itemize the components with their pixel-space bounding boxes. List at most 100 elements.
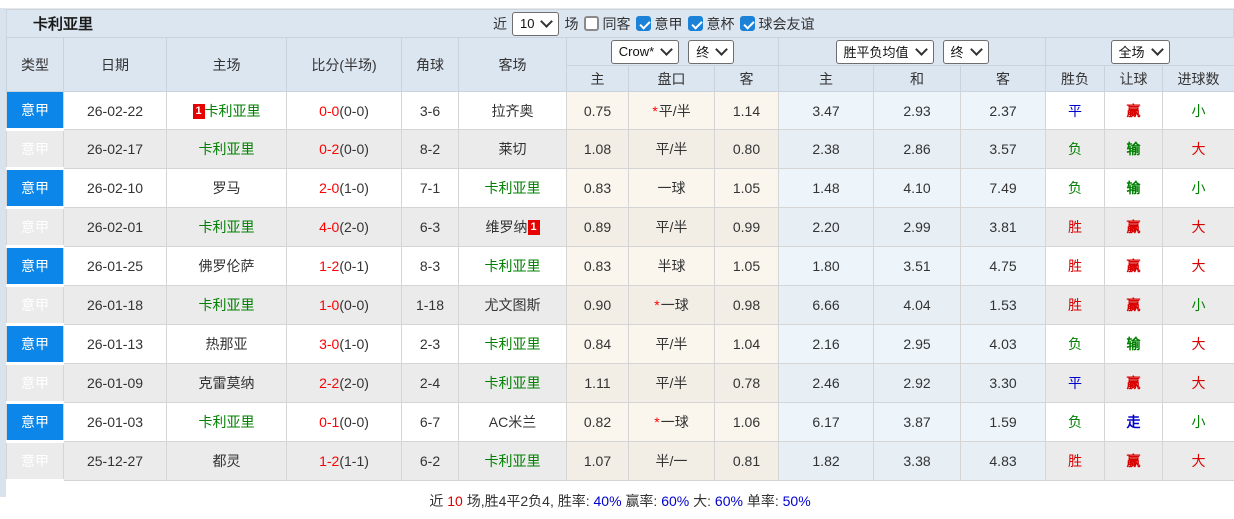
home-team-cell: 1卡利亚里 [167,92,287,130]
filter-checkbox-item[interactable]: 同客 [584,14,630,34]
summary-segment: 60% [661,493,689,509]
odds-state-select[interactable]: 终 [688,40,734,64]
red-card-badge: 1 [528,220,540,235]
match-date: 26-01-09 [64,364,167,403]
match-date: 26-02-10 [64,169,167,208]
league-badge[interactable]: 意甲 [7,325,64,364]
full-time-score: 3-0 [319,336,339,352]
summary-segment: 50% [783,493,811,509]
league-badge[interactable]: 意甲 [7,403,64,442]
subcol-avg-away: 客 [961,66,1046,92]
col-header-score: 比分(半场) [287,38,402,92]
avg-home-odds: 2.20 [779,208,874,247]
topbar-controls: 近 10 场 同客 意甲 意杯 球会友谊 [493,10,814,37]
corners-value: 7-1 [402,169,459,208]
home-team-name[interactable]: 都灵 [213,453,241,469]
checkbox-icon[interactable] [584,16,599,31]
half-time-score: (1-1) [339,453,369,469]
avg-state-select[interactable]: 终 [943,40,989,64]
filter-checkbox-item[interactable]: 球会友谊 [740,14,814,34]
subcol-avg-home: 主 [779,66,874,92]
home-team-name[interactable]: 卡利亚里 [199,297,255,313]
away-team-name[interactable]: 卡利亚里 [485,336,541,352]
away-team-name[interactable]: 卡利亚里 [485,375,541,391]
home-team-name[interactable]: 佛罗伦萨 [199,258,255,274]
handicap-line: 半/一 [656,453,688,469]
odds-home-value: 1.08 [567,130,629,169]
full-time-score: 1-2 [319,453,339,469]
league-badge[interactable]: 意甲 [7,286,64,325]
match-row: 意甲 26-01-25 佛罗伦萨 1-2(0-1) 8-3 卡利亚里 0.83 … [7,247,1234,286]
home-team-name[interactable]: 克雷莫纳 [199,375,255,391]
score-cell: 2-2(2-0) [287,364,402,403]
match-date: 26-01-03 [64,403,167,442]
league-badge[interactable]: 意甲 [7,92,64,130]
match-date: 26-01-25 [64,247,167,286]
away-team-name[interactable]: 莱切 [499,141,527,157]
odds-company-select[interactable]: Crow* [611,40,679,64]
avg-type-select[interactable]: 胜平负均值 [836,40,934,64]
league-badge[interactable]: 意甲 [7,364,64,403]
result-outcome: 胜 [1046,442,1105,481]
avg-home-odds: 2.46 [779,364,874,403]
col-header-corners: 角球 [402,38,459,92]
away-team-name[interactable]: 卡利亚里 [485,180,541,196]
league-badge[interactable]: 意甲 [7,208,64,247]
corners-value: 2-3 [402,325,459,364]
away-team-name[interactable]: 拉齐奥 [492,103,534,119]
home-team-name[interactable]: 卡利亚里 [199,414,255,430]
match-row: 意甲 26-02-01 卡利亚里 4-0(2-0) 6-3 维罗纳1 0.89 … [7,208,1234,247]
avg-home-odds: 1.82 [779,442,874,481]
league-badge[interactable]: 意甲 [7,247,64,286]
checkbox-icon[interactable] [636,16,651,31]
filter-checkbox-item[interactable]: 意甲 [636,14,682,34]
filter-checkbox-item[interactable]: 意杯 [688,14,734,34]
away-team-name[interactable]: AC米兰 [489,414,536,430]
avg-away-odds: 4.03 [961,325,1046,364]
summary-segment: 大: [693,493,711,509]
away-team-name[interactable]: 维罗纳 [486,219,528,235]
match-date: 26-01-18 [64,286,167,325]
avg-draw-odds: 3.51 [874,247,961,286]
home-team-name[interactable]: 卡利亚里 [205,103,261,119]
scope-value: 全场 [1119,42,1145,61]
odds-away-value: 0.98 [715,286,779,325]
result-outcome: 负 [1046,403,1105,442]
home-team-name[interactable]: 罗马 [213,180,241,196]
score-cell: 1-0(0-0) [287,286,402,325]
away-team-name[interactable]: 卡利亚里 [485,258,541,274]
avg-away-odds: 3.81 [961,208,1046,247]
away-team-name[interactable]: 尤文图斯 [485,297,541,313]
checkbox-icon[interactable] [740,16,755,31]
away-team-cell: 维罗纳1 [459,208,567,247]
league-badge[interactable]: 意甲 [7,442,64,481]
away-team-cell: 卡利亚里 [459,442,567,481]
handicap-cell: 平/半 [629,130,715,169]
away-team-name[interactable]: 卡利亚里 [485,453,541,469]
scope-select[interactable]: 全场 [1111,40,1170,64]
filter-label: 意甲 [654,14,682,34]
odds-home-value: 0.84 [567,325,629,364]
full-time-score: 2-2 [319,375,339,391]
league-badge[interactable]: 意甲 [7,169,64,208]
home-team-name[interactable]: 卡利亚里 [199,219,255,235]
odds-away-value: 0.81 [715,442,779,481]
unit-label: 场 [564,14,578,34]
half-time-score: (0-0) [339,103,369,119]
away-team-cell: 卡利亚里 [459,325,567,364]
handicap-line: 平/半 [659,103,691,119]
recent-count-select[interactable]: 10 [512,12,559,36]
handicap-cell: 半/一 [629,442,715,481]
away-team-cell: 尤文图斯 [459,286,567,325]
handicap-cell: 平/半 [629,325,715,364]
subcol-avg-draw: 和 [874,66,961,92]
away-team-cell: 卡利亚里 [459,247,567,286]
summary-segment: 近 [429,493,443,509]
avg-away-odds: 4.75 [961,247,1046,286]
checkbox-icon[interactable] [688,16,703,31]
result-outcome: 胜 [1046,286,1105,325]
league-badge[interactable]: 意甲 [7,130,64,169]
home-team-name[interactable]: 热那亚 [206,336,248,352]
home-team-name[interactable]: 卡利亚里 [199,141,255,157]
match-table-body: 意甲 26-02-22 1卡利亚里 0-0(0-0) 3-6 拉齐奥 0.75 … [7,92,1234,481]
